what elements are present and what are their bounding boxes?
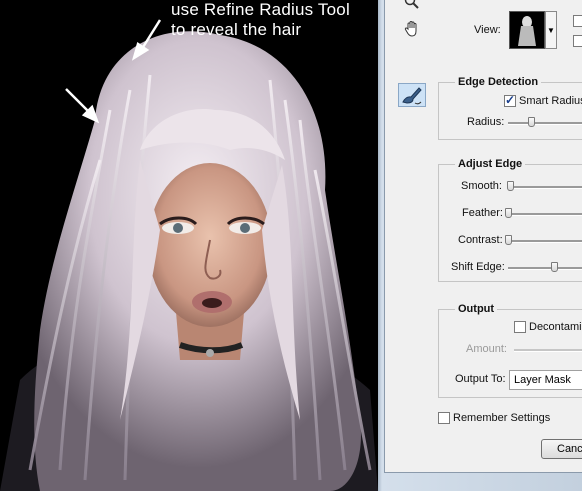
smart-radius-checkbox[interactable] [504,93,516,107]
show-radius-checkbox[interactable] [573,15,582,27]
smooth-label: Smooth: [461,180,502,192]
output-to-label: Output To: [455,373,506,385]
smooth-slider-thumb[interactable] [507,181,514,191]
show-original-checkbox[interactable] [573,35,582,47]
decontaminate-colors-checkbox[interactable] [514,321,526,333]
feather-label: Feather: [462,207,503,219]
smooth-slider-track[interactable] [508,186,582,189]
shift-edge-slider-track[interactable] [508,267,582,270]
radius-label: Radius: [467,116,505,128]
hand-icon[interactable] [402,20,422,40]
remember-settings-checkbox[interactable] [438,412,450,424]
cancel-button[interactable]: Canc [541,439,582,459]
contrast-slider-thumb[interactable] [505,235,512,245]
radius-slider-track[interactable] [508,122,582,125]
shift-edge-label: Shift Edge: [451,261,505,273]
edge-detection-group [438,82,582,140]
annotation-text: use Refine Radius Tool to reveal the hai… [171,0,350,40]
woman-portrait-image [0,19,378,491]
annotation-line-2: to reveal the hair [171,20,302,39]
feather-slider-track[interactable] [508,213,582,216]
refine-radius-brush-icon [402,87,422,105]
contrast-slider-track[interactable] [508,240,582,243]
smart-radius-label: Smart Radius [519,95,582,107]
amount-slider-track-disabled [514,349,582,352]
adjust-edge-title: Adjust Edge [455,158,526,170]
radius-slider-thumb[interactable] [528,117,535,127]
output-to-select[interactable]: Layer Mask [509,370,582,390]
view-label: View: [474,24,501,36]
photo-canvas[interactable]: use Refine Radius Tool to reveal the hai… [0,0,378,491]
annotation-line-1: use Refine Radius Tool [171,0,350,19]
amount-label: Amount: [466,343,507,355]
feather-slider-thumb[interactable] [505,208,512,218]
zoom-icon[interactable] [402,0,422,14]
dropdown-arrow-icon[interactable]: ▼ [545,11,557,49]
view-mode-thumbnail[interactable] [509,11,545,49]
decontaminate-colors-label: Decontamin [529,321,582,333]
refine-radius-tool-button[interactable] [398,83,426,107]
shift-edge-slider-thumb[interactable] [551,262,558,272]
edge-detection-title: Edge Detection [455,76,542,88]
output-title: Output [455,303,498,315]
contrast-label: Contrast: [458,234,503,246]
remember-settings-label: Remember Settings [453,412,551,424]
